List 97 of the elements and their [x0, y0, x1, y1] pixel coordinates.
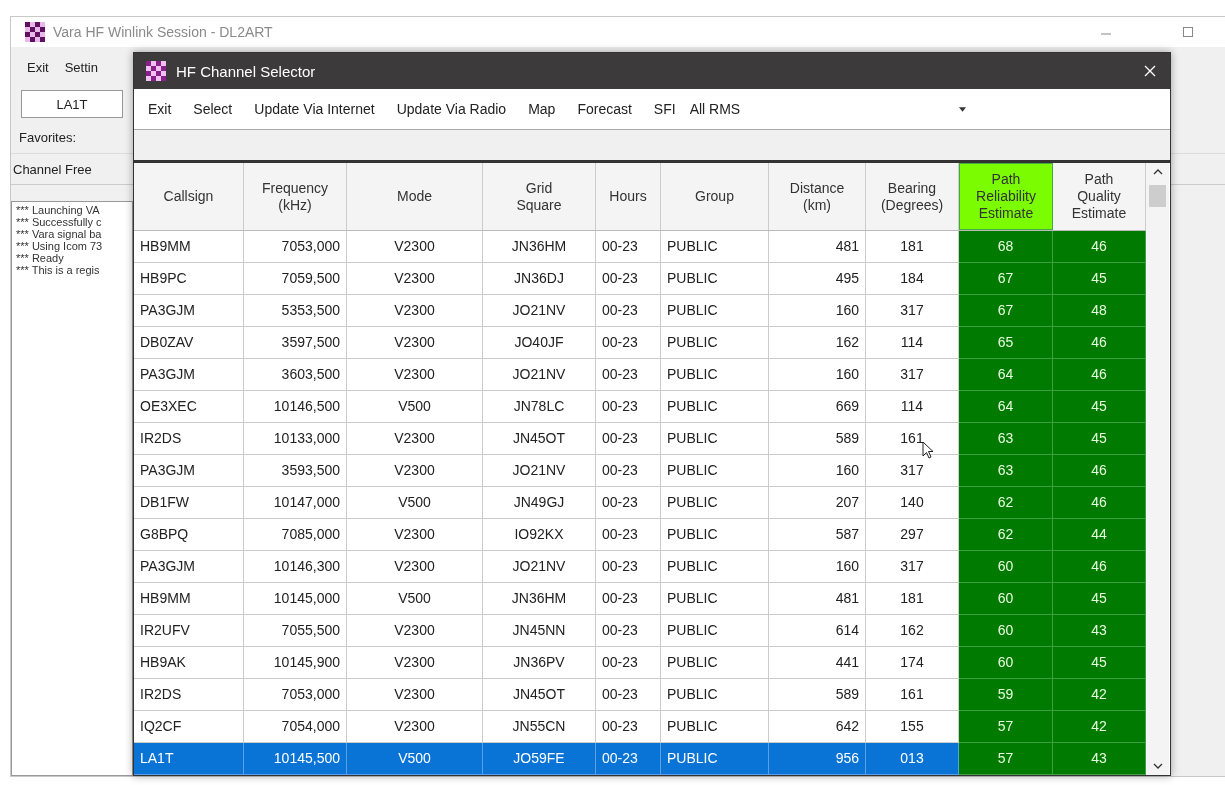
table-cell: 59: [959, 679, 1053, 711]
table-cell: 57: [959, 711, 1053, 743]
column-header[interactable]: Frequency (kHz): [244, 163, 347, 230]
table-cell: 013: [866, 743, 959, 775]
table-row[interactable]: HB9MM 10145,000 V500 JN36HM 00-23 PUBLIC 481 181 60 45: [134, 583, 1146, 615]
table-cell: 65: [959, 327, 1053, 359]
table-cell: 45: [1053, 423, 1146, 455]
table-cell: 956: [769, 743, 866, 775]
window-title: Vara HF Winlink Session - DL2ART: [53, 24, 273, 40]
log-line: *** Vara signal ba: [16, 228, 102, 240]
favorites-label: Favorites:: [19, 129, 77, 145]
menu-item[interactable]: Update Via Radio: [396, 101, 507, 117]
table-cell: 46: [1053, 487, 1146, 519]
table-cell: 64: [959, 359, 1053, 391]
table-cell: LA1T: [134, 743, 244, 775]
log-line: *** Successfully c: [16, 216, 102, 228]
table-cell: 10145,500: [244, 743, 347, 775]
table-cell: 48: [1053, 295, 1146, 327]
column-header[interactable]: Group: [661, 163, 769, 230]
table-row[interactable]: G8BPQ 7085,000 V2300 IO92KX 00-23 PUBLIC 587 297 62 44: [134, 519, 1146, 551]
table-row[interactable]: PA3GJM 10146,300 V2300 JO21NV 00-23 PUBLIC 160 317 60 46: [134, 551, 1146, 583]
table-cell: 63: [959, 455, 1053, 487]
callsign-field[interactable]: LA1T: [21, 90, 123, 118]
table-row[interactable]: PA3GJM 3593,500 V2300 JO21NV 00-23 PUBLIC 160 317 63 46: [134, 455, 1146, 487]
table-cell: 44: [1053, 519, 1146, 551]
table-cell: 62: [959, 487, 1053, 519]
table-row[interactable]: OE3XEC 10146,500 V500 JN78LC 00-23 PUBLIC 669 114 64 45: [134, 391, 1146, 423]
table-row[interactable]: HB9AK 10145,900 V2300 JN36PV 00-23 PUBLIC 441 174 60 45: [134, 647, 1146, 679]
close-icon[interactable]: [1144, 65, 1156, 77]
maximize-icon[interactable]: [1182, 26, 1194, 38]
table-row[interactable]: LA1T 10145,500 V500 JO59FE 00-23 PUBLIC 956 013 57 43: [134, 743, 1146, 775]
column-header[interactable]: Distance (km): [769, 163, 866, 230]
menu-item[interactable]: SFI: [653, 101, 676, 117]
column-header[interactable]: Mode: [347, 163, 483, 230]
table-cell: 60: [959, 647, 1053, 679]
log-line: *** Using Icom 73: [16, 240, 103, 252]
table-cell: 43: [1053, 743, 1146, 775]
table-cell: 46: [1053, 327, 1146, 359]
table-cell: 45: [1053, 647, 1146, 679]
table-row[interactable]: IR2UFV 7055,500 V2300 JN45NN 00-23 PUBLIC 614 162 60 43: [134, 615, 1146, 647]
menu-item[interactable]: Exit: [27, 59, 49, 75]
scroll-thumb[interactable]: [1149, 185, 1166, 207]
app-logo-icon: [146, 61, 166, 81]
table-row[interactable]: DB1FW 10147,000 V500 JN49GJ 00-23 PUBLIC 207 140 62 46: [134, 487, 1146, 519]
column-header[interactable]: Hours: [596, 163, 661, 230]
table-cell: 60: [959, 583, 1053, 615]
scrollbar[interactable]: [1146, 163, 1169, 775]
table-cell: 46: [1053, 231, 1146, 263]
table-cell: 45: [1053, 583, 1146, 615]
scroll-down-icon[interactable]: [1152, 763, 1163, 769]
log-line: *** Ready: [16, 252, 64, 264]
table-cell: 45: [1053, 391, 1146, 423]
table-cell: 42: [1053, 711, 1146, 743]
table-row[interactable]: IQ2CF 7054,000 V2300 JN55CN 00-23 PUBLIC 642 155 57 42: [134, 711, 1146, 743]
table-row[interactable]: IR2DS 7053,000 V2300 JN45OT 00-23 PUBLIC 589 161 59 42: [134, 679, 1146, 711]
app-logo-icon: [25, 22, 45, 42]
table-cell: 46: [1053, 551, 1146, 583]
table-cell: PUBLIC: [661, 743, 769, 775]
menu-item[interactable]: Map: [528, 101, 556, 117]
table-cell: 42: [1053, 679, 1146, 711]
table-row[interactable]: IR2DS 10133,000 V2300 JN45OT 00-23 PUBLIC 589 161 63 45: [134, 423, 1146, 455]
table-cell: 43: [1053, 615, 1146, 647]
table-cell: 62: [959, 519, 1053, 551]
menu-item[interactable]: Select: [193, 101, 233, 117]
table-cell: 67: [959, 263, 1053, 295]
caret-icon: [958, 106, 966, 112]
table-cell: 46: [1053, 359, 1146, 391]
column-header[interactable]: Grid Square: [483, 163, 596, 230]
table-row[interactable]: HB9MM 7053,000 V2300 JN36HM 00-23 PUBLIC 481 181 68 46: [134, 231, 1146, 263]
table-row[interactable]: DB0ZAV 3597,500 V2300 JO40JF 00-23 PUBLIC 162 114 65 46: [134, 327, 1146, 359]
dialog-title: HF Channel Selector: [176, 62, 316, 80]
table-cell: 60: [959, 615, 1053, 647]
menu-item[interactable]: Forecast: [577, 101, 632, 117]
menu-item[interactable]: Update Via Internet: [254, 101, 375, 117]
column-header[interactable]: Callsign: [134, 163, 244, 230]
table-row[interactable]: PA3GJM 5353,500 V2300 JO21NV 00-23 PUBLIC 160 317 67 48: [134, 295, 1146, 327]
table-cell: 60: [959, 551, 1053, 583]
table-cell: 57: [959, 743, 1053, 775]
table-cell: 68: [959, 231, 1053, 263]
log-line: *** Launching VA: [16, 204, 100, 216]
table-cell: V500: [347, 743, 483, 775]
table-row[interactable]: PA3GJM 3603,500 V2300 JO21NV 00-23 PUBLIC 160 317 64 46: [134, 359, 1146, 391]
cursor-icon: [922, 441, 934, 459]
table-cell: 67: [959, 295, 1053, 327]
status-label: Channel Free: [13, 161, 92, 177]
log-line: *** This is a regis: [16, 264, 100, 276]
scroll-up-icon[interactable]: [1152, 169, 1163, 175]
table-cell: JO59FE: [483, 743, 596, 775]
column-header[interactable]: Path Reliability Estimate: [959, 163, 1053, 230]
table-cell: 63: [959, 423, 1053, 455]
table-row[interactable]: HB9PC 7059,500 V2300 JN36DJ 00-23 PUBLIC 495 184 67 45: [134, 263, 1146, 295]
table-cell: 64: [959, 391, 1053, 423]
menu-item[interactable]: Settin: [64, 59, 98, 75]
table-cell: 46: [1053, 455, 1146, 487]
table-cell: 45: [1053, 263, 1146, 295]
menu-item[interactable]: Exit: [148, 101, 172, 117]
table-cell: 00-23: [596, 743, 661, 775]
